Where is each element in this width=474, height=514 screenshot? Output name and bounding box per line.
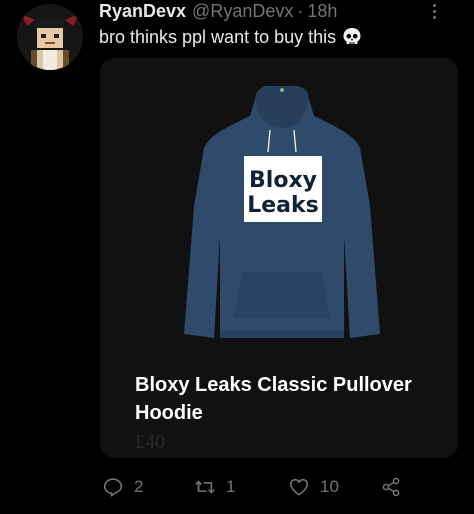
reply-button[interactable]: 2 xyxy=(102,472,143,502)
share-button[interactable] xyxy=(380,472,402,502)
separator-dot: · xyxy=(297,0,304,21)
retweet-count: 1 xyxy=(226,477,236,496)
reply-count: 2 xyxy=(134,477,144,496)
like-count: 10 xyxy=(320,477,339,496)
logo-line-1: Bloxy xyxy=(249,168,317,193)
logo-line-2: Leaks xyxy=(247,193,319,218)
product-title[interactable]: Bloxy Leaks Classic Pullover Hoodie xyxy=(135,371,435,427)
product-card[interactable]: Bloxy Leaks Bloxy Leaks Classic Pullover… xyxy=(100,58,458,458)
heart-icon xyxy=(289,478,309,496)
avatar[interactable] xyxy=(17,4,83,70)
reply-icon xyxy=(103,478,123,497)
tweet-text-content: bro thinks ppl want to buy this xyxy=(99,26,337,47)
tweet-actions: 2 1 10 xyxy=(0,472,474,502)
retweet-icon xyxy=(195,480,215,494)
more-options-icon[interactable] xyxy=(426,0,442,22)
tweet-text: bro thinks ppl want to buy this xyxy=(99,25,362,49)
retweet-button[interactable]: 1 xyxy=(194,472,235,502)
tweet[interactable]: RyanDevx @RyanDevx · 18h bro thinks ppl … xyxy=(0,0,474,514)
timestamp[interactable]: 18h xyxy=(307,1,337,22)
like-button[interactable]: 10 xyxy=(288,472,339,502)
tweet-header: RyanDevx @RyanDevx · 18h xyxy=(99,0,337,22)
author-handle[interactable]: @RyanDevx xyxy=(192,1,293,22)
author-name[interactable]: RyanDevx xyxy=(99,1,186,22)
skull-emoji-icon xyxy=(343,28,361,44)
hoodie-image: Bloxy Leaks xyxy=(184,86,380,338)
share-icon xyxy=(382,477,400,497)
product-price: £40 xyxy=(135,431,165,453)
avatar-image xyxy=(17,4,83,70)
